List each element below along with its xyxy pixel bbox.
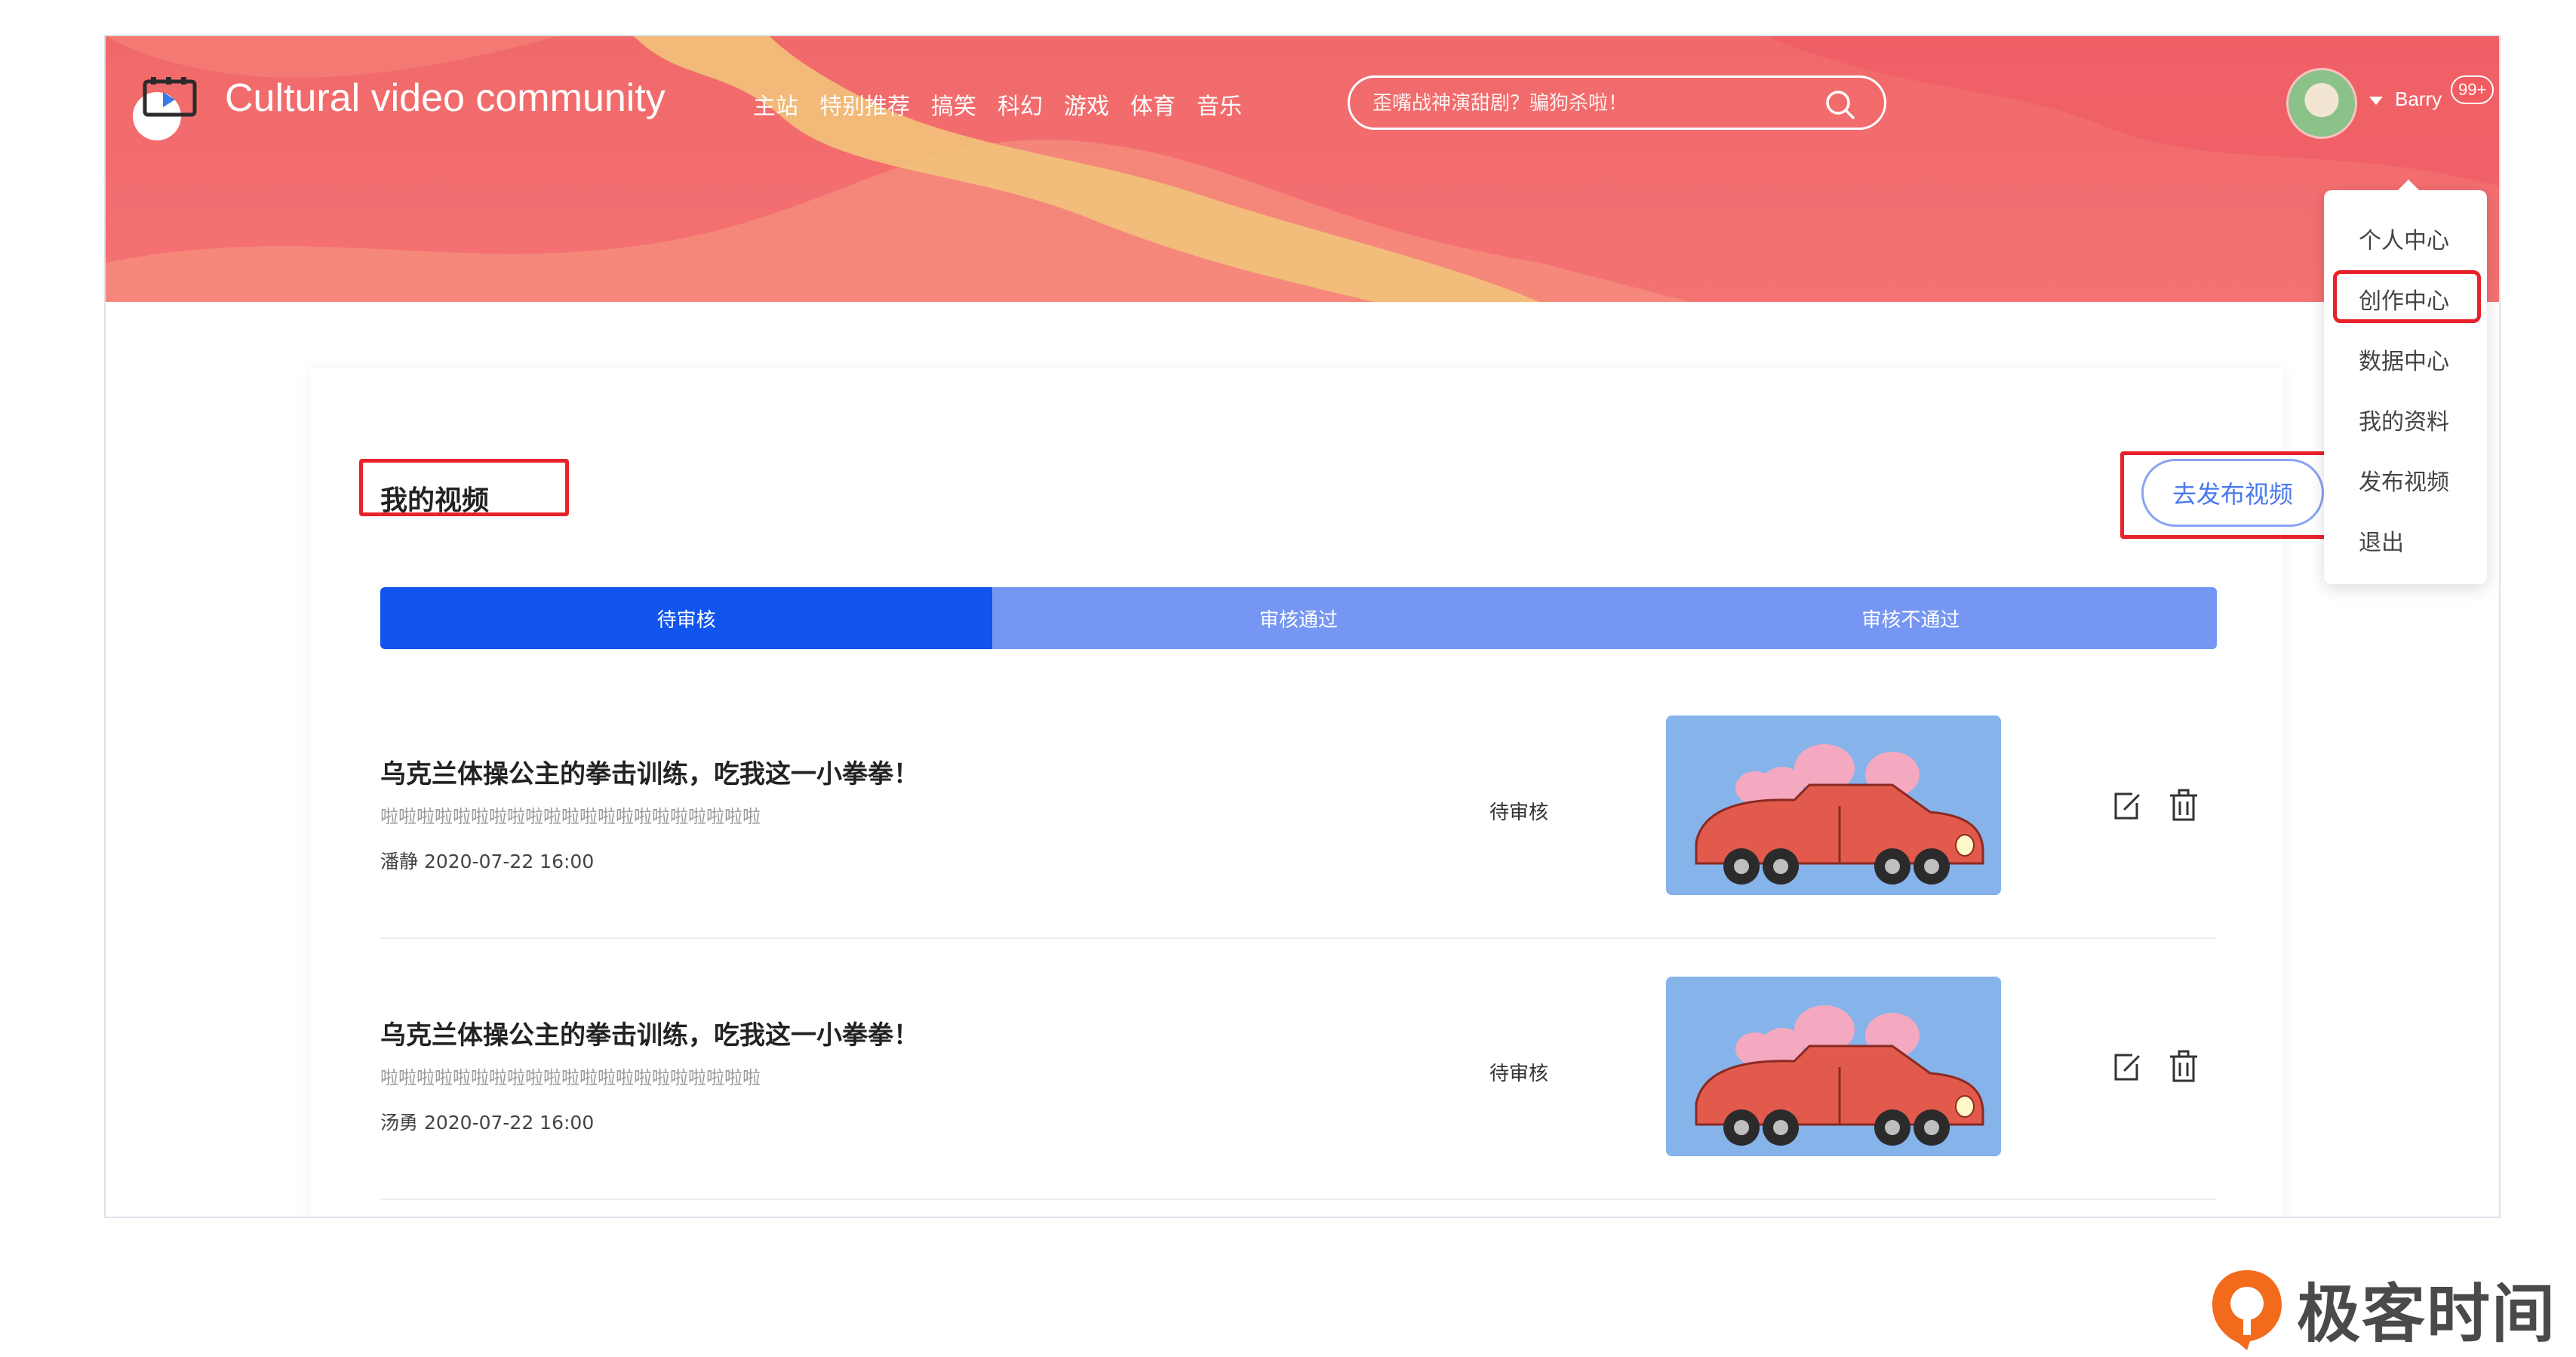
menu-item-data-center[interactable]: 数据中心 — [2359, 343, 2449, 376]
watermark-text: 极客时间 — [2297, 1277, 2557, 1351]
search-box — [1348, 75, 1886, 130]
review-status-tabs: 待审核 审核通过 审核不通过 — [380, 587, 2217, 649]
cartoon-car-image — [1666, 977, 2001, 1156]
caret-down-icon[interactable] — [2369, 97, 2383, 105]
nav-item-games[interactable]: 游戏 — [1064, 88, 1109, 121]
site-title[interactable]: Cultural video community — [225, 75, 666, 121]
video-title[interactable]: 乌克兰体操公主的拳击训练，吃我这一小拳拳！ — [380, 753, 919, 790]
video-list-item: 乌克兰体操公主的拳击训练，吃我这一小拳拳！ 啦啦啦啦啦啦啦啦啦啦啦啦啦啦啦啦啦啦… — [380, 939, 2217, 1200]
video-description: 啦啦啦啦啦啦啦啦啦啦啦啦啦啦啦啦啦啦啦啦啦 — [380, 806, 761, 827]
avatar[interactable] — [2286, 68, 2357, 139]
menu-item-publish-video[interactable]: 发布视频 — [2359, 463, 2449, 497]
geektime-logo-icon — [2212, 1269, 2282, 1350]
menu-item-profile[interactable]: 个人中心 — [2359, 222, 2449, 255]
trash-icon[interactable] — [2167, 1049, 2200, 1085]
video-thumbnail[interactable] — [1666, 715, 2001, 895]
username[interactable]: Barry — [2395, 88, 2442, 111]
nav-item-main-site[interactable]: 主站 — [753, 88, 798, 121]
edit-icon[interactable] — [2110, 788, 2143, 824]
video-description: 啦啦啦啦啦啦啦啦啦啦啦啦啦啦啦啦啦啦啦啦啦 — [380, 1067, 761, 1088]
annotation-box-publish — [2120, 451, 2330, 539]
menu-item-my-info[interactable]: 我的资料 — [2359, 403, 2449, 436]
nav-item-featured[interactable]: 特别推荐 — [819, 88, 910, 121]
video-author-date: 汤勇 2020-07-22 16:00 — [380, 1112, 595, 1134]
search-icon[interactable] — [1824, 88, 1857, 122]
video-author-date: 潘静 2020-07-22 16:00 — [380, 851, 595, 872]
video-list-item: 乌克兰体操公主的拳击训练，吃我这一小拳拳！ 啦啦啦啦啦啦啦啦啦啦啦啦啦啦啦啦啦啦… — [380, 678, 2217, 939]
search-input[interactable] — [1373, 87, 1795, 120]
film-logo-icon — [133, 77, 197, 140]
video-thumbnail[interactable] — [1666, 977, 2001, 1156]
header-banner: Cultural video community 主站 特别推荐 搞笑 科幻 游… — [106, 36, 2499, 302]
notification-badge[interactable]: 99+ — [2451, 75, 2495, 104]
tab-rejected[interactable]: 审核不通过 — [1604, 587, 2217, 649]
nav-item-comedy[interactable]: 搞笑 — [931, 88, 976, 121]
video-actions — [2110, 1049, 2200, 1085]
trash-icon[interactable] — [2167, 788, 2200, 824]
review-status: 待审核 — [1489, 1063, 1549, 1085]
main-nav: 主站 特别推荐 搞笑 科幻 游戏 体育 音乐 — [753, 88, 1263, 121]
annotation-box-title — [359, 459, 569, 516]
watermark: 极客时间 — [2208, 1263, 2556, 1355]
nav-item-scifi[interactable]: 科幻 — [998, 88, 1043, 121]
review-status: 待审核 — [1489, 802, 1549, 824]
user-dropdown-menu: 个人中心 创作中心 数据中心 我的资料 发布视频 退出 — [2324, 180, 2487, 584]
video-actions — [2110, 788, 2200, 824]
annotation-box-creator-center — [2333, 270, 2481, 323]
video-title[interactable]: 乌克兰体操公主的拳击训练，吃我这一小拳拳！ — [380, 1014, 919, 1051]
app-window: Cultural video community 主站 特别推荐 搞笑 科幻 游… — [104, 35, 2501, 1218]
tab-approved[interactable]: 审核通过 — [992, 587, 1605, 649]
tab-pending[interactable]: 待审核 — [380, 587, 993, 649]
my-videos-card: 我的视频 去发布视频 待审核 审核通过 审核不通过 乌克兰体操公主的拳击训练，吃… — [311, 368, 2330, 1217]
nav-item-music[interactable]: 音乐 — [1197, 88, 1242, 121]
cartoon-car-image — [1666, 715, 2001, 895]
edit-icon[interactable] — [2110, 1049, 2143, 1085]
menu-item-logout[interactable]: 退出 — [2359, 524, 2404, 557]
nav-item-sports[interactable]: 体育 — [1130, 88, 1176, 121]
